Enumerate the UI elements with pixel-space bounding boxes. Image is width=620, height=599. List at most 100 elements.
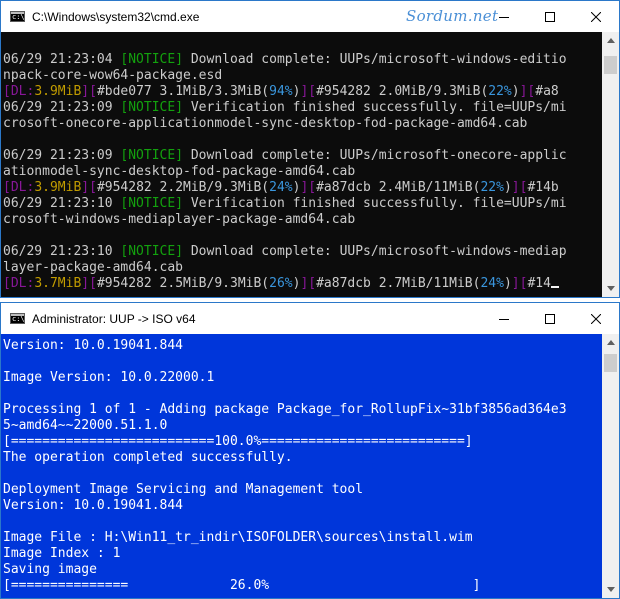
maximize-button[interactable]: [527, 1, 573, 32]
console-text-segment: #bde077 3.1MiB/3.3MiB(: [96, 84, 270, 99]
console-text-segment: Download complete: UUPs/microsoft-window…: [183, 244, 567, 259]
console-text-segment: #a87dcb 2.4MiB/11MiB(: [316, 180, 481, 195]
console-text-segment: Verification finished successfully. file…: [183, 196, 567, 211]
cmd-vertical-scrollbar[interactable]: [602, 32, 619, 297]
console-text-segment: ]: [175, 100, 184, 115]
console-line: Image File : H:\Win11_tr_indir\ISOFOLDER…: [3, 530, 473, 545]
console-text-segment: [DL:: [3, 84, 35, 99]
console-text-segment: [DL:: [3, 180, 35, 195]
console-app-icon[interactable]: [10, 11, 25, 22]
console-text-segment: #954282 2.0MiB/9.3MiB(: [316, 84, 489, 99]
admin-window-title: Administrator: UUP -> ISO v64: [32, 311, 196, 326]
console-text-segment: 3.7MiB: [34, 276, 82, 291]
console-text-segment: ]: [175, 148, 184, 163]
console-text-segment: #14b: [527, 180, 559, 195]
scroll-up-arrow[interactable]: [602, 334, 619, 351]
console-text-segment: ][: [81, 276, 97, 291]
console-text-segment: ationmodel-sync-desktop-fod-package-amd6…: [3, 164, 356, 179]
minimize-button[interactable]: [481, 1, 527, 32]
admin-console-output[interactable]: Version: 10.0.19041.844 Image Version: 10…: [1, 334, 602, 598]
console-line: 06/29 21:23:09 [NOTICE] Verification fin…: [3, 100, 567, 116]
console-text-segment: 06/29 21:23:09: [3, 100, 121, 115]
console-text-segment: [DL:: [3, 276, 35, 291]
scroll-thumb[interactable]: [604, 354, 617, 372]
console-text-segment: Download complete: UUPs/microsoft-onecor…: [183, 148, 567, 163]
admin-vertical-scrollbar[interactable]: [602, 334, 619, 598]
console-text-segment: NOTICE: [128, 244, 176, 259]
console-app-icon[interactable]: [10, 313, 25, 324]
console-line: Saving image: [3, 562, 97, 577]
console-text-segment: ][: [300, 84, 317, 99]
scroll-thumb[interactable]: [604, 56, 617, 74]
scroll-down-arrow[interactable]: [602, 280, 619, 297]
console-text-segment: NOTICE: [128, 100, 176, 115]
cmd-titlebar[interactable]: C:\Windows\system32\cmd.exe Sordum.net: [1, 1, 619, 32]
console-text-segment: ][: [519, 84, 536, 99]
maximize-button[interactable]: [527, 303, 573, 334]
console-line: [DL:3.9MiB][#bde077 3.1MiB/3.3MiB(94%)][…: [3, 84, 567, 100]
console-line: Image Index : 1: [3, 546, 121, 561]
console-text-segment: NOTICE: [128, 52, 176, 67]
console-text-segment: 06/29 21:23:09: [3, 148, 121, 163]
console-text-segment: ]: [175, 196, 184, 211]
console-text-segment: Verification finished successfully. file…: [183, 100, 567, 115]
console-text-segment: npack-core-wow64-package.esd: [3, 68, 223, 83]
console-text-segment: ][: [511, 180, 528, 195]
console-text-segment: ]: [175, 244, 184, 259]
console-line: [DL:3.7MiB][#954282 2.5MiB/9.3MiB(26%)][…: [3, 276, 567, 292]
console-text-segment: ): [511, 84, 520, 99]
console-line: Processing 1 of 1 - Adding package Packa…: [3, 402, 567, 417]
console-text-segment: #a8: [535, 84, 559, 99]
scroll-down-arrow-icon: [606, 587, 615, 592]
console-text-segment: 94%: [269, 84, 293, 99]
admin-window: Administrator: UUP -> ISO v64 Version: 1…: [0, 302, 620, 599]
console-line: Version: 10.0.19041.844: [3, 498, 184, 513]
scroll-up-arrow-icon: [606, 340, 615, 345]
console-text-segment: ][: [300, 180, 317, 195]
console-text-segment: crosoft-onecore-applicationmodel-sync-de…: [3, 116, 528, 131]
scroll-down-arrow[interactable]: [602, 581, 619, 598]
console-text-segment: ): [503, 276, 512, 291]
console-text-segment: ][: [81, 84, 97, 99]
console-text-segment: layer-package-amd64.cab: [3, 260, 184, 275]
console-text-segment: ][: [300, 276, 317, 291]
console-text-segment: #a87dcb 2.7MiB/11MiB(: [316, 276, 481, 291]
console-line: The operation completed successfully.: [3, 450, 293, 465]
console-line: Deployment Image Servicing and Managemen…: [3, 482, 364, 497]
console-text-segment: Download complete: UUPs/microsoft-window…: [183, 52, 567, 67]
console-line: layer-package-amd64.cab: [3, 260, 567, 276]
console-line: [==========================100.0%=======…: [3, 434, 473, 449]
console-line: 06/29 21:23:04 [NOTICE] Download complet…: [3, 52, 567, 68]
console-text-segment: 06/29 21:23:10: [3, 244, 121, 259]
console-text-segment: 22%: [480, 180, 504, 195]
close-button[interactable]: [573, 303, 619, 334]
console-text-segment: ): [503, 180, 512, 195]
console-line: 06/29 21:23:10 [NOTICE] Verification fin…: [3, 196, 567, 212]
console-line: crosoft-onecore-applicationmodel-sync-de…: [3, 116, 567, 132]
console-line: ationmodel-sync-desktop-fod-package-amd6…: [3, 164, 567, 180]
console-text-segment: 24%: [269, 180, 293, 195]
admin-text-area: Version: 10.0.19041.844 Image Version: 10…: [3, 338, 567, 594]
console-text-segment: 26%: [269, 276, 293, 291]
scroll-up-arrow[interactable]: [602, 32, 619, 49]
console-text-segment: ]: [175, 52, 184, 67]
cmd-window-title: C:\Windows\system32\cmd.exe: [32, 9, 200, 24]
cmd-console-output[interactable]: 06/29 21:23:04 [NOTICE] Download complet…: [1, 32, 602, 297]
close-button[interactable]: [573, 1, 619, 32]
console-text-segment: NOTICE: [128, 196, 176, 211]
console-text-segment: 3.9MiB: [34, 180, 82, 195]
cmd-window: C:\Windows\system32\cmd.exe Sordum.net 0…: [0, 0, 620, 298]
console-line: 5~amd64~~22000.51.1.0: [3, 418, 168, 433]
text-cursor: [550, 286, 559, 288]
console-text-segment: #14: [527, 276, 551, 291]
close-icon: [591, 11, 601, 22]
console-text-segment: 24%: [480, 276, 504, 291]
admin-titlebar[interactable]: Administrator: UUP -> ISO v64: [1, 303, 619, 334]
console-text-segment: ][: [81, 180, 97, 195]
minimize-button[interactable]: [481, 303, 527, 334]
console-text-segment: 06/29 21:23:04: [3, 52, 121, 67]
